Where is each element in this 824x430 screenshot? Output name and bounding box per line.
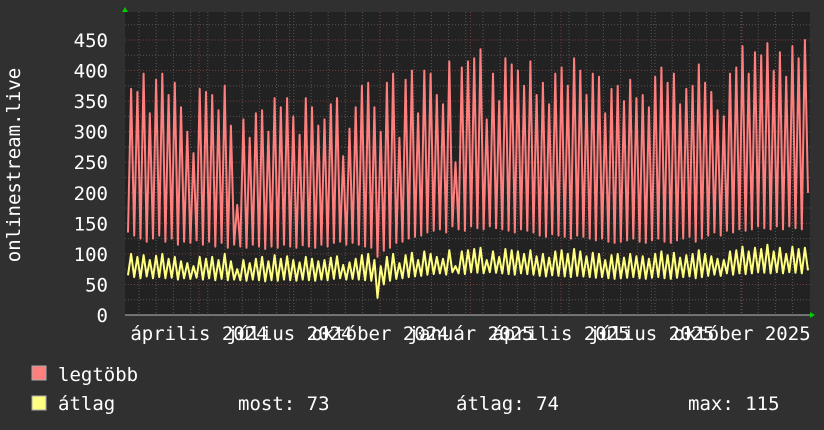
- y-tick-label: 250: [74, 152, 108, 174]
- stat-current: most: 73: [238, 393, 330, 415]
- chart: 0 50 100 150 200 250 300 350 400 450 április 2024…: [0, 0, 824, 430]
- y-tick-label: 400: [74, 61, 108, 83]
- y-tick-label: 300: [74, 122, 108, 144]
- y-tick-label: 200: [74, 183, 108, 205]
- legend-swatch-max: [31, 365, 47, 381]
- y-tick-label: 100: [74, 244, 108, 266]
- y-tick-label: 50: [85, 274, 108, 296]
- legend-swatch-avg: [31, 395, 47, 411]
- y-tick-label: 450: [74, 30, 108, 52]
- stat-average: átlag: 74: [456, 393, 559, 415]
- x-axis: április 2024július 2024október 2024januá…: [130, 323, 810, 345]
- y-tick-label: 350: [74, 91, 108, 113]
- stat-max: max: 115: [688, 393, 780, 415]
- y-tick-label: 0: [97, 305, 108, 327]
- x-tick-label: október 2025: [673, 323, 810, 345]
- y-axis-label: onlinestream.live: [3, 68, 25, 262]
- legend-label-avg: átlag: [58, 393, 115, 415]
- legend-label-max: legtöbb: [58, 364, 138, 386]
- y-tick-label: 150: [74, 213, 108, 235]
